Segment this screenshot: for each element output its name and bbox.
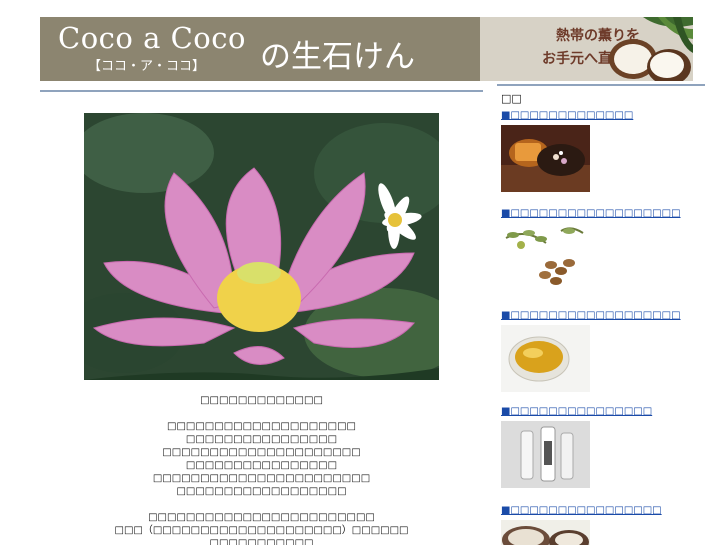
paragraph-line: □□□□□□□□□□□□□□□□ [185,434,338,445]
paragraph-line: □□□□□□□□□□□□□□□□□□ [176,486,347,497]
article-paragraph-2: □□□□□□□□□□□□□□□□□□□□□□□□ □□□（□□□□□□□□□□□… [84,511,439,545]
site-banner[interactable]: Coco a Coco 【ココ・ア・ココ】 の生石けん 熱帯の薫りを お手元へ直… [40,17,693,81]
sidebar-divider [497,84,705,86]
article-body: □□□□□□□□□□□□□ □□□□□□□□□□□□□□□□□□□□ □□□□□… [84,394,439,545]
sidebar-link[interactable]: ■□□□□□□□□□□□□□□□□□□ [501,310,701,322]
lotus-photo-art [84,113,439,380]
oil-thumbnail[interactable] [501,325,590,392]
sidebar-item-oil[interactable]: ■□□□□□□□□□□□□□□□□□□ [501,310,701,392]
sidebar-item-soap-dish[interactable]: ■□□□□□□□□□□□□□ [501,110,701,192]
sidebar-link[interactable]: ■□□□□□□□□□□□□□ [501,110,701,122]
ingredients-thumbnail[interactable] [501,223,590,290]
lotus-photo [84,113,439,380]
coconut-image [609,17,693,81]
banner-promo: 熱帯の薫りを お手元へ直送！ [480,17,693,81]
sidebar-item-lip-balm[interactable]: ■□□□□□□□□□□□□□□□ [501,406,701,488]
olive-almond-image [501,223,590,290]
dish-thumbnail[interactable] [501,520,590,545]
sidebar-item-dish[interactable]: ■□□□□□□□□□□□□□□□□ [501,505,701,545]
photo-caption: □□□□□□□□□□□□□ [200,395,323,406]
soap-image [501,125,590,192]
soap-thumbnail[interactable] [501,125,590,192]
paragraph-line: □□□□□□□□□□□□□□□□□□□□□□□ [152,473,371,484]
content-divider [40,90,483,92]
paragraph-line: □□□（□□□□□□□□□□□□□□□□□□□□）□□□□□□ [114,525,409,536]
lip-balm-thumbnail[interactable] [501,421,590,488]
paragraph-line: □□□□□□□□□□□ [209,538,314,545]
lip-balm-image [501,421,590,488]
paragraph-line: □□□□□□□□□□□□□□□□□□□□□ [162,447,361,458]
site-logo-reading: 【ココ・ア・ココ】 [88,59,206,74]
paragraph-line: □□□□□□□□□□□□□□□□ [185,460,338,471]
article-paragraph-1: □□□□□□□□□□□□□□□□□□□□ □□□□□□□□□□□□□□□□ □□… [84,420,439,498]
sidebar-item-ingredients[interactable]: ■□□□□□□□□□□□□□□□□□□ [501,208,701,290]
sidebar-link[interactable]: ■□□□□□□□□□□□□□□□ [501,406,701,418]
sidebar-link[interactable]: ■□□□□□□□□□□□□□□□□□□ [501,208,701,220]
site-logo: Coco a Coco [58,21,246,55]
sidebar-title: □□ [501,92,522,105]
site-logo-suffix: の生石けん [260,39,415,75]
paragraph-line: □□□□□□□□□□□□□□□□□□□□□□□□ [148,512,375,523]
sidebar-link[interactable]: ■□□□□□□□□□□□□□□□□ [501,505,701,517]
paragraph-line: □□□□□□□□□□□□□□□□□□□□ [167,421,356,432]
shell-dish-image [501,520,590,545]
oil-bowl-image [501,325,590,392]
